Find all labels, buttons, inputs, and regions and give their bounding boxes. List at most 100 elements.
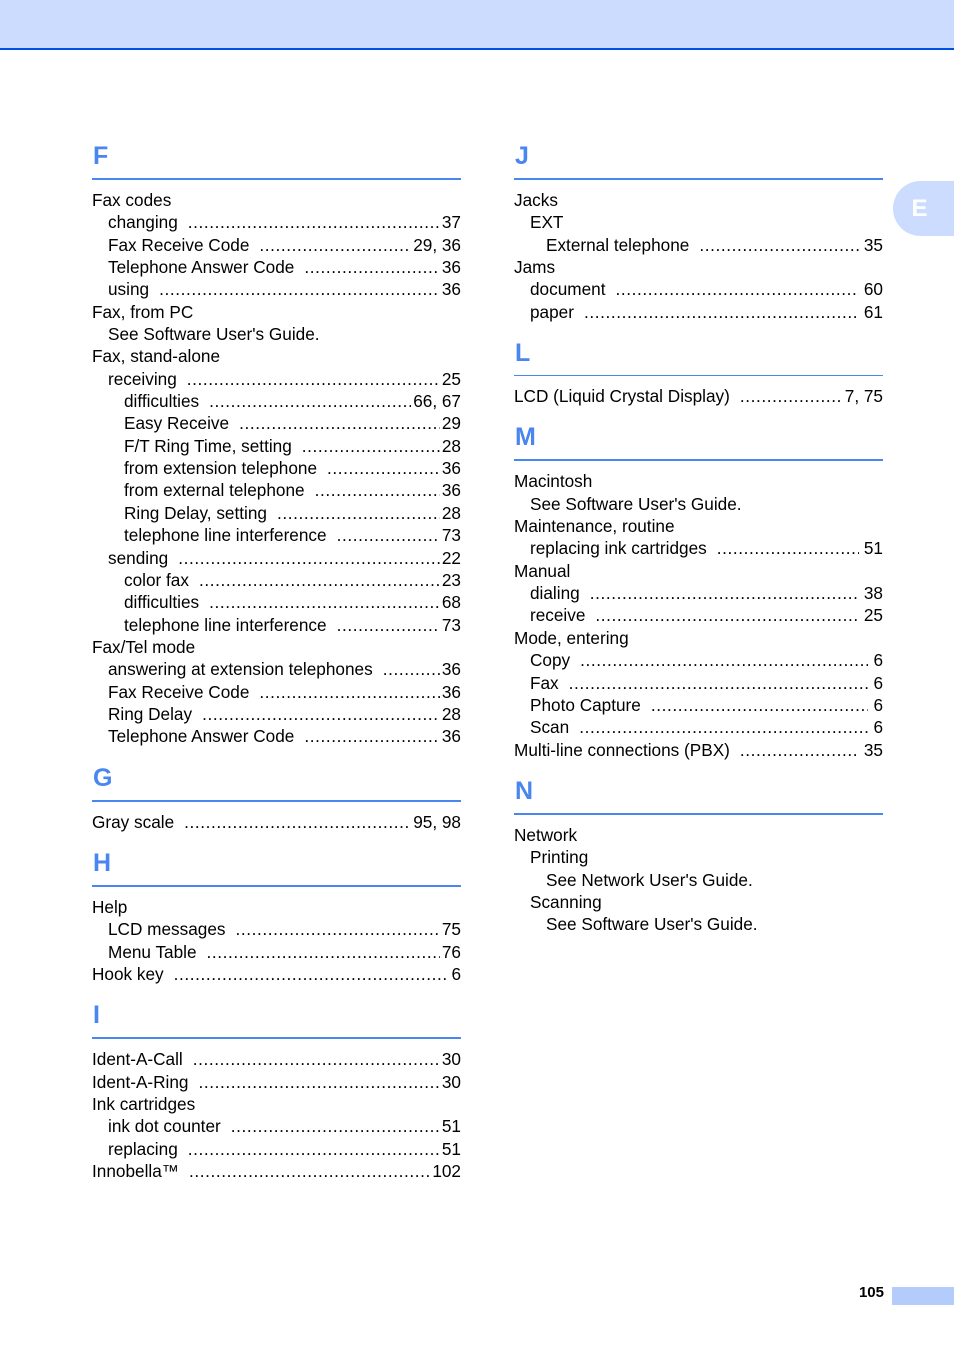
index-entry-pages[interactable]: 28 — [442, 435, 461, 457]
index-entry[interactable]: Fax 6 — [514, 672, 883, 694]
index-entry-pages[interactable]: 36 — [442, 479, 461, 501]
index-entry-pages[interactable]: 30 — [442, 1048, 461, 1070]
index-entry[interactable]: External telephone 35 — [514, 234, 883, 256]
index-entry[interactable]: replacing ink cartridges 51 — [514, 537, 883, 559]
index-entry[interactable]: dialing 38 — [514, 582, 883, 604]
index-entry[interactable]: ink dot counter 51 — [92, 1115, 461, 1137]
index-entry-pages[interactable]: 73 — [442, 524, 461, 546]
dot-leader — [651, 694, 869, 716]
index-entry[interactable]: telephone line interference 73 — [92, 524, 461, 546]
index-entry[interactable]: difficulties 68 — [92, 591, 461, 613]
index-entry-pages[interactable]: 28 — [442, 703, 461, 725]
index-entry[interactable]: Gray scale 95, 98 — [92, 811, 461, 833]
index-entry-pages[interactable]: 6 — [451, 963, 461, 985]
index-entry-pages[interactable]: 36 — [442, 725, 461, 747]
index-entry[interactable]: Multi-line connections (PBX) 35 — [514, 739, 883, 761]
index-entry-term: Gray scale — [92, 811, 175, 832]
index-entry-pages[interactable]: 6 — [873, 649, 883, 671]
index-entry-pages[interactable]: 25 — [442, 368, 461, 390]
index-entry-pages[interactable]: 29, 36 — [413, 234, 461, 256]
index-entry-term: from external telephone — [124, 480, 305, 501]
index-entry-pages[interactable]: 37 — [442, 211, 461, 233]
index-entry-pages[interactable]: 66, 67 — [413, 390, 461, 412]
index-entry[interactable]: sending 22 — [92, 547, 461, 569]
index-entry[interactable]: Fax Receive Code 36 — [92, 681, 461, 703]
index-entry[interactable]: using 36 — [92, 278, 461, 300]
index-entry[interactable]: LCD messages 75 — [92, 918, 461, 940]
index-entry-term: from extension telephone — [124, 458, 318, 479]
index-entry[interactable]: receive 25 — [514, 604, 883, 626]
index-entry[interactable]: color fax 23 — [92, 569, 461, 591]
index-entry-pages[interactable]: 36 — [442, 457, 461, 479]
index-entry[interactable]: Telephone Answer Code 36 — [92, 725, 461, 747]
index-entry[interactable]: Easy Receive 29 — [92, 412, 461, 434]
index-entry-pages[interactable]: 75 — [442, 918, 461, 940]
index-entry-pages[interactable]: 73 — [442, 614, 461, 636]
index-entry: Fax codes — [92, 189, 461, 211]
index-entry[interactable]: from extension telephone 36 — [92, 457, 461, 479]
index-entry[interactable]: Innobella™ 102 — [92, 1160, 461, 1182]
index-entry-pages[interactable]: 6 — [873, 672, 883, 694]
index-entry-pages[interactable]: 95, 98 — [413, 811, 461, 833]
index-entry-pages[interactable]: 102 — [432, 1160, 461, 1182]
index-entry-pages[interactable]: 36 — [442, 278, 461, 300]
index-entry[interactable]: receiving 25 — [92, 368, 461, 390]
index-entry: Mode, entering — [514, 627, 883, 649]
index-entry-pages[interactable]: 60 — [864, 278, 883, 300]
index-entry-pages[interactable]: 38 — [864, 582, 883, 604]
index-entry-pages[interactable]: 23 — [442, 569, 461, 591]
index-entry[interactable]: F/T Ring Time, setting 28 — [92, 435, 461, 457]
index-entry[interactable]: telephone line interference 73 — [92, 614, 461, 636]
index-entry-pages[interactable]: 76 — [442, 941, 461, 963]
index-entry-pages[interactable]: 35 — [864, 739, 883, 761]
index-entry[interactable]: Fax Receive Code 29, 36 — [92, 234, 461, 256]
index-entry[interactable]: paper 61 — [514, 301, 883, 323]
index-entry[interactable]: Hook key 6 — [92, 963, 461, 985]
index-entry[interactable]: Photo Capture 6 — [514, 694, 883, 716]
index-entry[interactable]: Ring Delay 28 — [92, 703, 461, 725]
dot-leader — [304, 725, 440, 747]
index-entry[interactable]: from external telephone 36 — [92, 479, 461, 501]
index-entry-term: Fax codes — [92, 190, 172, 210]
index-entry-pages[interactable]: 36 — [442, 256, 461, 278]
index-entry[interactable]: difficulties 66, 67 — [92, 390, 461, 412]
index-entry[interactable]: answering at extension telephones 36 — [92, 658, 461, 680]
index-entry-term: Fax — [530, 672, 559, 693]
index-entry[interactable]: Ident-A-Call 30 — [92, 1048, 461, 1070]
chapter-tab[interactable]: E — [893, 181, 954, 236]
index-entry-pages[interactable]: 51 — [864, 537, 883, 559]
index-entry-term: receive — [530, 605, 586, 626]
index-entry[interactable]: Ident-A-Ring 30 — [92, 1071, 461, 1093]
index-section: H HelpLCD messages 75 Menu Table 76 Hook key 6 — [92, 847, 461, 985]
index-entry[interactable]: Scan 6 — [514, 716, 883, 738]
index-entry[interactable]: changing 37 — [92, 211, 461, 233]
index-entry-pages[interactable]: 7, 75 — [845, 385, 883, 407]
index-entry-pages[interactable]: 68 — [442, 591, 461, 613]
index-entry-pages[interactable]: 51 — [442, 1138, 461, 1160]
index-entry[interactable]: document 60 — [514, 278, 883, 300]
index-entry[interactable]: Menu Table 76 — [92, 941, 461, 963]
index-entry[interactable]: Copy 6 — [514, 649, 883, 671]
index-entry-pages[interactable]: 25 — [864, 604, 883, 626]
index-entry-pages[interactable]: 28 — [442, 502, 461, 524]
index-entry-pages[interactable]: 36 — [442, 681, 461, 703]
index-entry-term: Fax/Tel mode — [92, 636, 196, 657]
index-entry-pages[interactable]: 29 — [442, 412, 461, 434]
dot-leader — [187, 368, 440, 390]
index-entry-pages[interactable]: 30 — [442, 1071, 461, 1093]
index-entry[interactable]: replacing 51 — [92, 1138, 461, 1160]
index-entry-pages[interactable]: 51 — [442, 1115, 461, 1137]
index-entry[interactable]: LCD (Liquid Crystal Display) 7, 75 — [514, 385, 883, 407]
index-entry-term: telephone line interference — [124, 614, 327, 635]
index-entry-pages[interactable]: 35 — [864, 234, 883, 256]
index-entry-pages[interactable]: 6 — [873, 716, 883, 738]
index-entry[interactable]: Ring Delay, setting 28 — [92, 502, 461, 524]
index-entry[interactable]: Telephone Answer Code 36 — [92, 256, 461, 278]
index-entry-pages[interactable]: 61 — [864, 301, 883, 323]
index-entry-pages[interactable]: 6 — [873, 694, 883, 716]
index-entry-term: See Network User's Guide. — [546, 869, 753, 890]
index-entry-pages[interactable]: 22 — [442, 547, 461, 569]
index-entry-pages[interactable]: 36 — [442, 658, 461, 680]
index-entry-term: Photo Capture — [530, 694, 641, 715]
dot-leader — [304, 256, 440, 278]
